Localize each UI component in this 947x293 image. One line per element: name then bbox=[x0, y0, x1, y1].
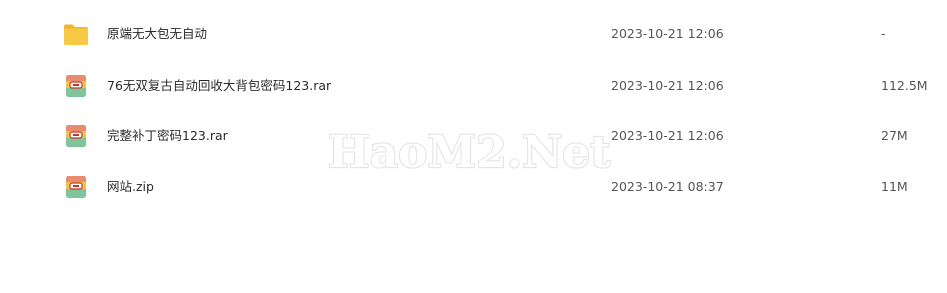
file-row[interactable]: 完整补丁密码123.rar 2023-10-21 12:06 27M bbox=[0, 112, 947, 160]
file-date: 2023-10-21 12:06 bbox=[611, 128, 724, 143]
file-row[interactable]: 原端无大包无自动 2023-10-21 12:06 - bbox=[0, 10, 947, 58]
file-size: 27M bbox=[881, 128, 908, 143]
file-date: 2023-10-21 12:06 bbox=[611, 78, 724, 93]
file-list: 原端无大包无自动 2023-10-21 12:06 - 76无双复古自动回收大背… bbox=[0, 0, 947, 293]
archive-icon bbox=[63, 74, 89, 98]
file-row[interactable]: 76无双复古自动回收大背包密码123.rar 2023-10-21 12:06 … bbox=[0, 62, 947, 110]
file-name[interactable]: 完整补丁密码123.rar bbox=[107, 127, 228, 145]
file-row[interactable]: 网站.zip 2023-10-21 08:37 11M bbox=[0, 163, 947, 211]
file-size: 112.5M bbox=[881, 78, 928, 93]
file-date: 2023-10-21 12:06 bbox=[611, 26, 724, 41]
file-size: - bbox=[881, 26, 886, 41]
file-size: 11M bbox=[881, 179, 908, 194]
file-date: 2023-10-21 08:37 bbox=[611, 179, 724, 194]
file-name[interactable]: 76无双复古自动回收大背包密码123.rar bbox=[107, 77, 331, 95]
file-name[interactable]: 网站.zip bbox=[107, 178, 154, 196]
archive-icon bbox=[63, 175, 89, 199]
folder-icon bbox=[63, 22, 89, 46]
archive-icon bbox=[63, 124, 89, 148]
file-name[interactable]: 原端无大包无自动 bbox=[107, 25, 207, 43]
